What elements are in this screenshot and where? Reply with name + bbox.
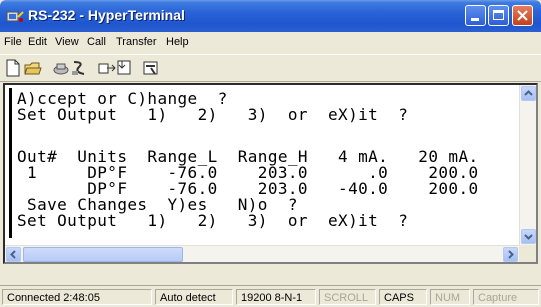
send-icon[interactable] xyxy=(98,59,116,77)
chevron-right-icon xyxy=(508,250,514,259)
status-scroll: SCROLL xyxy=(319,289,376,305)
status-connection-time: Connected 2:48:05 xyxy=(2,289,152,305)
close-button[interactable] xyxy=(512,5,533,26)
menu-view[interactable]: View xyxy=(55,36,79,48)
scroll-left-button[interactable] xyxy=(6,247,21,262)
scroll-up-button[interactable] xyxy=(521,86,536,101)
receive-icon[interactable] xyxy=(116,59,134,77)
menu-call[interactable]: Call xyxy=(87,36,106,48)
status-caps: CAPS xyxy=(379,289,427,305)
title-bar[interactable]: RS-232 - HyperTerminal xyxy=(0,0,541,32)
hyperterminal-app-icon[interactable] xyxy=(6,8,24,24)
chevron-up-icon xyxy=(524,90,533,96)
menu-help[interactable]: Help xyxy=(166,36,189,48)
terminal-frame: A)ccept or C)hange ? Set Output 1) 2) 3)… xyxy=(3,83,538,264)
open-icon[interactable] xyxy=(24,59,42,77)
menu-file[interactable]: File xyxy=(4,36,22,48)
vertical-scrollbar[interactable] xyxy=(519,85,536,245)
terminal-screen[interactable]: A)ccept or C)hange ? Set Output 1) 2) 3)… xyxy=(5,85,520,245)
dial-icon[interactable] xyxy=(70,59,88,77)
chevron-down-icon xyxy=(524,234,533,240)
menu-edit[interactable]: Edit xyxy=(28,36,47,48)
status-bar: Connected 2:48:05 Auto detect 19200 8-N-… xyxy=(0,285,541,307)
status-port-settings: 19200 8-N-1 xyxy=(236,289,316,305)
scroll-right-button[interactable] xyxy=(503,247,518,262)
hyperterminal-window: RS-232 - HyperTerminal File Edit View Ca… xyxy=(0,0,541,307)
horizontal-scroll-thumb[interactable] xyxy=(23,247,183,262)
terminal-line: Set Output 1) 2) 3) or eX)it ? xyxy=(17,105,409,124)
menu-transfer[interactable]: Transfer xyxy=(116,36,157,48)
maximize-icon xyxy=(493,10,504,20)
properties-icon[interactable] xyxy=(142,59,160,77)
status-capture: Capture xyxy=(473,289,539,305)
scroll-down-button[interactable] xyxy=(521,229,536,244)
terminal-line: Set Output 1) 2) 3) or eX)it ? xyxy=(17,211,409,230)
scrollbar-corner xyxy=(519,245,536,262)
horizontal-scrollbar[interactable] xyxy=(5,245,520,262)
toolbar xyxy=(0,54,541,82)
window-title: RS-232 - HyperTerminal xyxy=(28,7,185,23)
disconnect-icon[interactable] xyxy=(52,59,70,77)
menu-bar: File Edit View Call Transfer Help xyxy=(0,32,541,54)
minimize-icon xyxy=(471,18,479,21)
chevron-left-icon xyxy=(10,250,16,259)
terminal-left-marker xyxy=(9,88,12,238)
maximize-button[interactable] xyxy=(488,5,509,26)
close-icon xyxy=(517,10,528,21)
status-num: NUM xyxy=(430,289,470,305)
new-icon[interactable] xyxy=(4,59,22,77)
minimize-button[interactable] xyxy=(465,5,486,26)
status-detect: Auto detect xyxy=(155,289,233,305)
